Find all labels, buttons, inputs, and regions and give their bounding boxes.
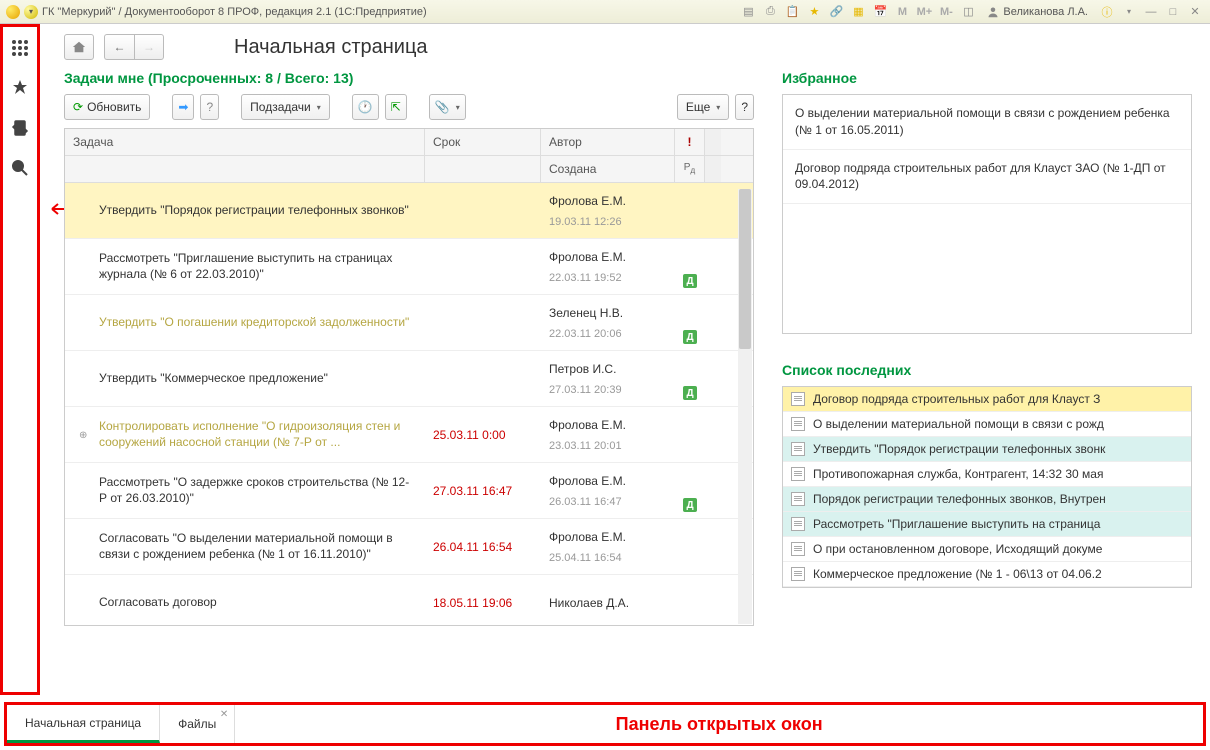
clock-button[interactable]: 🕐	[352, 94, 379, 120]
back-button[interactable]: ←	[104, 34, 134, 60]
print-icon[interactable]: ⎙	[761, 4, 779, 20]
forward-button[interactable]: →	[134, 34, 164, 60]
export-button[interactable]: ⇱	[385, 94, 407, 120]
titlebar: ▾ ГК "Меркурий" / Документооборот 8 ПРОФ…	[0, 0, 1210, 24]
document-icon	[791, 567, 805, 581]
refresh-button[interactable]: ⟳Обновить	[64, 94, 150, 120]
document-icon	[791, 517, 805, 531]
col-task[interactable]: Задача	[65, 129, 425, 155]
open-windows-panel: Начальная страницаФайлы✕ Панель открытых…	[4, 702, 1206, 746]
page-title: Начальная страница	[234, 36, 428, 59]
table-row[interactable]: Рассмотреть "О задержке сроков строитель…	[65, 463, 753, 519]
history-icon[interactable]	[9, 117, 31, 139]
col-created[interactable]: Создана	[541, 156, 675, 182]
recent-item[interactable]: Договор подряда строительных работ для К…	[783, 387, 1191, 412]
question-button[interactable]: ?	[200, 94, 219, 120]
m-plus-icon[interactable]: M+	[915, 4, 933, 20]
calendar-icon[interactable]: 📅	[871, 4, 889, 20]
favorites-box: О выделении материальной помощи в связи …	[782, 94, 1192, 334]
favorite-item[interactable]: Договор подряда строительных работ для К…	[783, 150, 1191, 205]
home-button[interactable]	[64, 34, 94, 60]
document-icon	[791, 467, 805, 481]
document-icon	[791, 442, 805, 456]
recent-item[interactable]: Рассмотреть "Приглашение выступить на ст…	[783, 512, 1191, 537]
document-icon	[791, 417, 805, 431]
maximize-icon[interactable]: □	[1164, 4, 1182, 20]
more-button[interactable]: Еще▾	[677, 94, 729, 120]
star-icon[interactable]: ★	[805, 4, 823, 20]
help-button[interactable]: ?	[735, 94, 754, 120]
favorite-item[interactable]: О выделении материальной помощи в связи …	[783, 95, 1191, 150]
table-row[interactable]: Утвердить "Коммерческое предложение"Петр…	[65, 351, 753, 407]
subtasks-button[interactable]: Подзадачи▾	[241, 94, 330, 120]
link-icon[interactable]: 🔗	[827, 4, 845, 20]
m-minus-icon[interactable]: M-	[937, 4, 955, 20]
forward-task-button[interactable]: ➡	[172, 94, 194, 120]
document-icon	[791, 542, 805, 556]
recent-list: Договор подряда строительных работ для К…	[782, 386, 1192, 588]
recent-item[interactable]: О выделении материальной помощи в связи …	[783, 412, 1191, 437]
attach-button[interactable]: 📎▾	[429, 94, 466, 120]
tasks-grid: Задача Срок Автор ! Создана Рд Утвердить…	[64, 128, 754, 626]
apps-icon[interactable]	[9, 37, 31, 59]
app-icon	[6, 5, 20, 19]
tasks-title: Задачи мне (Просроченных: 8 / Всего: 13)	[64, 70, 754, 86]
favorites-title: Избранное	[782, 70, 1192, 86]
table-row[interactable]: ⊕Контролировать исполнение "О гидроизоля…	[65, 407, 753, 463]
table-row[interactable]: Утвердить "Порядок регистрации телефонны…	[65, 183, 753, 239]
document-icon	[791, 492, 805, 506]
table-row[interactable]: Согласовать договор18.05.11 19:06Николае…	[65, 575, 753, 625]
info-icon[interactable]: ⓘ	[1098, 4, 1116, 20]
favorites-star-icon[interactable]	[9, 77, 31, 99]
tasks-toolbar: ⟳Обновить ➡ ? Подзадачи▾ 🕐 ⇱ 📎▾ Еще▾ ?	[64, 94, 754, 120]
col-author[interactable]: Автор	[541, 129, 675, 155]
search-icon[interactable]	[9, 157, 31, 179]
window-tab[interactable]: Начальная страница	[7, 705, 160, 743]
recent-item[interactable]: Коммерческое предложение (№ 1 - 06\13 от…	[783, 562, 1191, 587]
table-row[interactable]: Согласовать "О выделении материальной по…	[65, 519, 753, 575]
panel-icon[interactable]: ◫	[959, 4, 977, 20]
table-row[interactable]: Утвердить "О погашении кредиторской задо…	[65, 295, 753, 351]
tools-sidebar	[0, 24, 40, 695]
col-rd[interactable]: Рд	[675, 156, 705, 182]
window-title: ГК "Меркурий" / Документооборот 8 ПРОФ, …	[42, 6, 427, 18]
recent-item[interactable]: О при остановленном договоре, Исходящий …	[783, 537, 1191, 562]
scrollbar[interactable]	[738, 189, 752, 624]
nav-toolbar: ← → Начальная страница	[64, 34, 1192, 60]
m-icon[interactable]: M	[893, 4, 911, 20]
table-row[interactable]: Рассмотреть "Приглашение выступить на ст…	[65, 239, 753, 295]
copy-icon[interactable]: 📋	[783, 4, 801, 20]
recent-title: Список последних	[782, 362, 1192, 378]
window-tab[interactable]: Файлы✕	[160, 705, 235, 743]
recent-item[interactable]: Порядок регистрации телефонных звонков, …	[783, 487, 1191, 512]
close-window-icon[interactable]: ✕	[1186, 4, 1204, 20]
close-icon[interactable]: ✕	[220, 709, 228, 720]
col-flag[interactable]: !	[675, 129, 705, 155]
calc-icon[interactable]: ▦	[849, 4, 867, 20]
recent-item[interactable]: Утвердить "Порядок регистрации телефонны…	[783, 437, 1191, 462]
annotation-windows: Панель открытых окон	[235, 705, 1203, 743]
recent-item[interactable]: Противопожарная служба, Контрагент, 14:3…	[783, 462, 1191, 487]
info-dropdown-icon[interactable]: ▾	[1120, 4, 1138, 20]
print-preview-icon[interactable]: ▤	[739, 4, 757, 20]
minimize-icon[interactable]: —	[1142, 4, 1160, 20]
col-due[interactable]: Срок	[425, 129, 541, 155]
document-icon	[791, 392, 805, 406]
user-indicator[interactable]: Великанова Л.А.	[981, 6, 1094, 18]
dropdown-icon[interactable]: ▾	[24, 5, 38, 19]
